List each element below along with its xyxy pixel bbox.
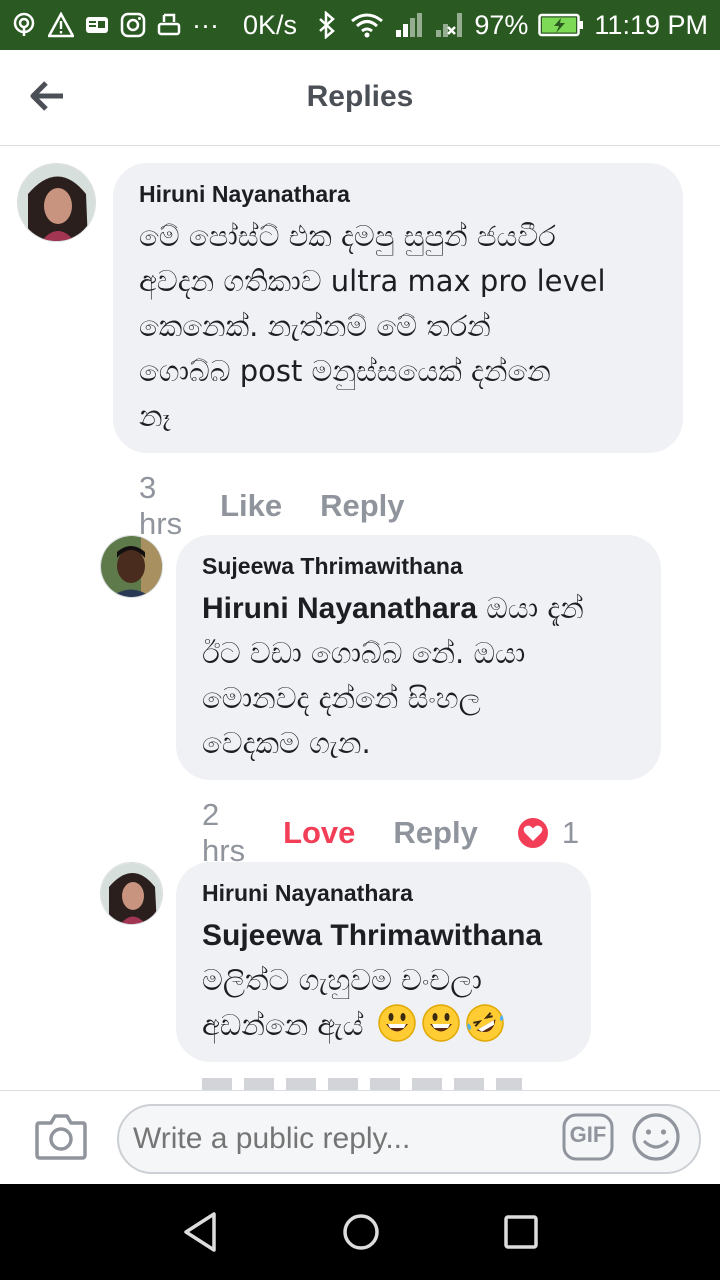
bluetooth-icon xyxy=(314,11,340,39)
status-bar: ··· 0K/s 97% 11:19 PM xyxy=(0,0,720,50)
mention-line: Sujeewa Thrimawithana xyxy=(202,913,565,958)
replies-header: Replies xyxy=(0,50,720,146)
reply-button[interactable]: Reply xyxy=(393,815,477,851)
page-title: Replies xyxy=(306,80,414,113)
reaction-summary[interactable]: 1 xyxy=(515,815,617,851)
network-speed: 0K/s xyxy=(242,9,298,40)
square-recents-icon xyxy=(504,1215,538,1249)
wifi-icon xyxy=(350,12,384,38)
rolling-laughing-face-icon xyxy=(465,1004,504,1042)
comment-bubble[interactable]: Sujeewa Thrimawithana Hiruni Nayanathara… xyxy=(176,535,661,780)
circle-home-icon xyxy=(343,1214,379,1250)
comment-text: Sujeewa Thrimawithana මලිත්ට ගැහුවම චංචල… xyxy=(202,913,565,1048)
comment-line: මලිත්ට ගැහුවම චංචලා xyxy=(202,963,482,997)
comment-bubble[interactable]: Hiruni Nayanathara Sujeewa Thrimawithana… xyxy=(176,862,591,1062)
comment-actions: 2 hrs Love Reply 1 xyxy=(202,797,617,869)
gif-button[interactable]: GIF xyxy=(562,1113,614,1161)
comment-line: Hiruni Nayanathara ඔයා දැන් xyxy=(202,586,635,631)
more-notifications-indicator: ··· xyxy=(192,9,219,40)
comment-actions: 3 hrs Like Reply xyxy=(139,470,443,542)
grinning-face-icon xyxy=(421,1004,460,1042)
hotspot-icon xyxy=(12,12,38,38)
battery-percent: 97% xyxy=(474,9,529,40)
mention-link[interactable]: Hiruni Nayanathara xyxy=(202,592,477,625)
like-button[interactable]: Like xyxy=(220,488,282,524)
clipped-actions-row xyxy=(202,1078,522,1090)
comment-text: Hiruni Nayanathara ඔයා දැන් ඊට වඩා ගොබ්බ… xyxy=(202,586,635,766)
comment-line: වෙදකම ගැන. xyxy=(202,726,371,760)
heart-reaction-icon xyxy=(515,816,550,850)
avatar[interactable] xyxy=(17,163,96,242)
signal-icon xyxy=(394,12,424,38)
nav-back-button[interactable] xyxy=(178,1208,226,1256)
reaction-count: 1 xyxy=(561,815,580,850)
comment-bubble[interactable]: Hiruni Nayanathara මේ පෝස්ට් එක දමපු සුප… xyxy=(113,163,683,453)
instagram-icon xyxy=(120,12,146,38)
reply-button[interactable]: Reply xyxy=(320,488,404,524)
comment-line: ඊට වඩා ගොබ්බ නේ. ඔයා xyxy=(202,636,526,670)
smiley-icon xyxy=(632,1113,680,1161)
camera-button[interactable] xyxy=(34,1111,88,1161)
gif-label: GIF xyxy=(569,1122,607,1147)
signal-x-icon xyxy=(434,12,464,38)
comment-author[interactable]: Hiruni Nayanathara xyxy=(202,880,565,907)
reply-composer: GIF xyxy=(0,1090,720,1184)
clock: 11:19 PM xyxy=(594,9,708,40)
emoji-button[interactable] xyxy=(630,1111,682,1163)
comment-author[interactable]: Sujeewa Thrimawithana xyxy=(202,553,635,580)
love-button[interactable]: Love xyxy=(283,815,355,851)
comment-line: අඩන්නෙ ඇය් xyxy=(202,1003,565,1048)
comment-line: මේ පෝස්ට් එක දමපු සුපුන් ජයවීර xyxy=(139,219,556,253)
comment-line: ගොබ්බ post මනුස්සයෙක් දන්නෙ xyxy=(139,354,551,388)
comment-line-rest: ඔයා දැන් xyxy=(477,591,584,625)
comment-line-text: අඩන්නෙ ඇය් xyxy=(202,1008,364,1042)
comment-line: අවදන ගතිකාව ultra max pro level xyxy=(139,264,606,298)
battery-charging-icon xyxy=(538,12,584,38)
camera-icon xyxy=(35,1114,87,1160)
avatar[interactable] xyxy=(100,862,163,925)
comment-timestamp[interactable]: 3 hrs xyxy=(139,470,182,542)
comment-timestamp[interactable]: 2 hrs xyxy=(202,797,245,869)
system-navigation-bar xyxy=(0,1184,720,1280)
comment-line: නෑ xyxy=(139,399,171,433)
id-card-icon xyxy=(84,12,110,38)
warning-icon xyxy=(48,12,74,38)
nav-home-button[interactable] xyxy=(337,1208,385,1256)
comment-line: මොනවද දන්නේ සිංහල xyxy=(202,681,481,715)
mention-link[interactable]: Sujeewa Thrimawithana xyxy=(202,919,542,952)
triangle-back-icon xyxy=(184,1212,216,1252)
printer-icon xyxy=(156,12,182,38)
nav-recents-button[interactable] xyxy=(497,1208,545,1256)
comment-line: කෙනෙක්. නැත්නම් මේ තරන් xyxy=(139,309,491,343)
avatar[interactable] xyxy=(100,535,163,598)
grinning-face-icon xyxy=(377,1004,416,1042)
comment-text: මේ පෝස්ට් එක දමපු සුපුන් ජයවීර අවදන ගතික… xyxy=(139,214,657,439)
comment-author[interactable]: Hiruni Nayanathara xyxy=(139,181,657,208)
